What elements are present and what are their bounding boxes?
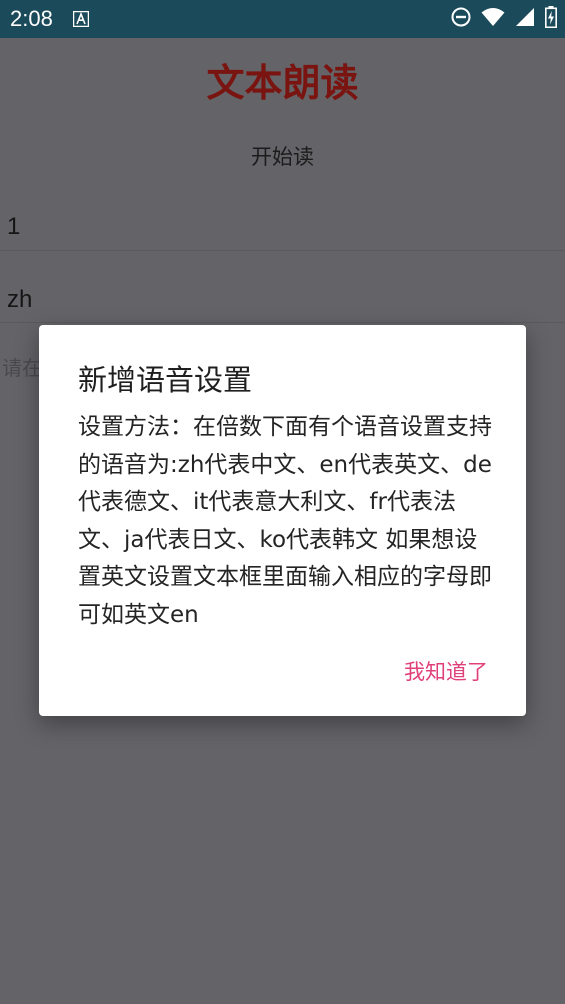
status-icons	[451, 6, 557, 32]
text-input[interactable]: 请在	[2, 352, 42, 381]
start-reading-button[interactable]: 开始读	[0, 141, 565, 171]
screen: 2:08 文本朗读 开始读 1 zh 请在 新增语音设置 设置方法：在倍数下面有…	[0, 0, 565, 1004]
cell-signal-icon	[515, 7, 535, 31]
do-not-disturb-icon	[451, 7, 471, 31]
dialog-title: 新增语音设置	[78, 363, 253, 397]
voice-settings-dialog: 新增语音设置 设置方法：在倍数下面有个语音设置支持的语音为:zh代表中文、en代…	[39, 325, 526, 716]
got-it-button[interactable]: 我知道了	[404, 656, 488, 686]
dialog-message: 设置方法：在倍数下面有个语音设置支持的语音为:zh代表中文、en代表英文、de代…	[78, 414, 492, 628]
language-input[interactable]: zh	[7, 286, 565, 314]
font-a-icon	[72, 10, 90, 28]
status-time: 2:08	[10, 6, 53, 31]
app-title: 文本朗读	[206, 61, 359, 105]
battery-icon	[545, 6, 557, 32]
input-underline	[0, 250, 565, 251]
input-underline	[0, 322, 565, 323]
wifi-icon	[481, 7, 505, 31]
rate-input[interactable]: 1	[7, 213, 565, 241]
status-bar: 2:08	[0, 0, 565, 38]
